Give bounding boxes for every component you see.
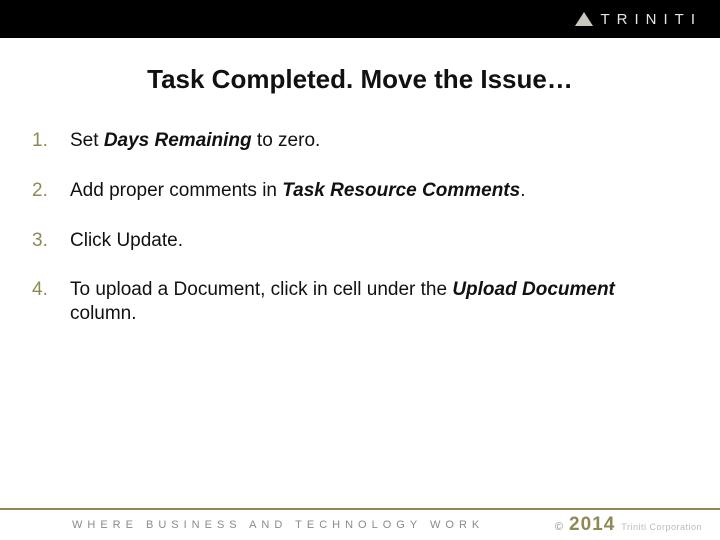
step-text-pre: Add proper comments in bbox=[70, 180, 282, 201]
triangle-icon bbox=[575, 12, 593, 26]
step-text-pre: Set bbox=[70, 130, 104, 151]
footer-corp: Triniti Corporation bbox=[621, 522, 702, 532]
copyright-symbol: © bbox=[555, 521, 563, 533]
footer-bar: WHERE BUSINESS AND TECHNOLOGY WORK © 201… bbox=[0, 508, 720, 540]
slide-title: Task Completed. Move the Issue… bbox=[0, 64, 720, 95]
header-bar: TRINITI bbox=[0, 0, 720, 38]
footer-year: 2014 bbox=[569, 514, 615, 536]
step-text-post: . bbox=[520, 180, 525, 201]
brand-name: TRINITI bbox=[601, 11, 703, 28]
step-text-pre: Click Update. bbox=[70, 230, 183, 251]
footer-copyright: © 2014 Triniti Corporation bbox=[555, 514, 702, 536]
step-item: Add proper comments in Task Resource Com… bbox=[62, 179, 678, 203]
step-text-post: to zero. bbox=[252, 130, 321, 151]
step-item: Set Days Remaining to zero. bbox=[62, 129, 678, 153]
step-text-pre: To upload a Document, click in cell unde… bbox=[70, 279, 452, 300]
step-text-post: column. bbox=[70, 303, 137, 324]
footer-tagline: WHERE BUSINESS AND TECHNOLOGY WORK bbox=[72, 519, 555, 531]
steps-list: Set Days Remaining to zero. Add proper c… bbox=[0, 129, 720, 326]
step-text-em: Days Remaining bbox=[104, 130, 252, 151]
brand: TRINITI bbox=[575, 11, 703, 28]
step-text-em: Upload Document bbox=[452, 279, 615, 300]
step-text-em: Task Resource Comments bbox=[282, 180, 520, 201]
step-item: Click Update. bbox=[62, 229, 678, 253]
step-item: To upload a Document, click in cell unde… bbox=[62, 278, 678, 326]
